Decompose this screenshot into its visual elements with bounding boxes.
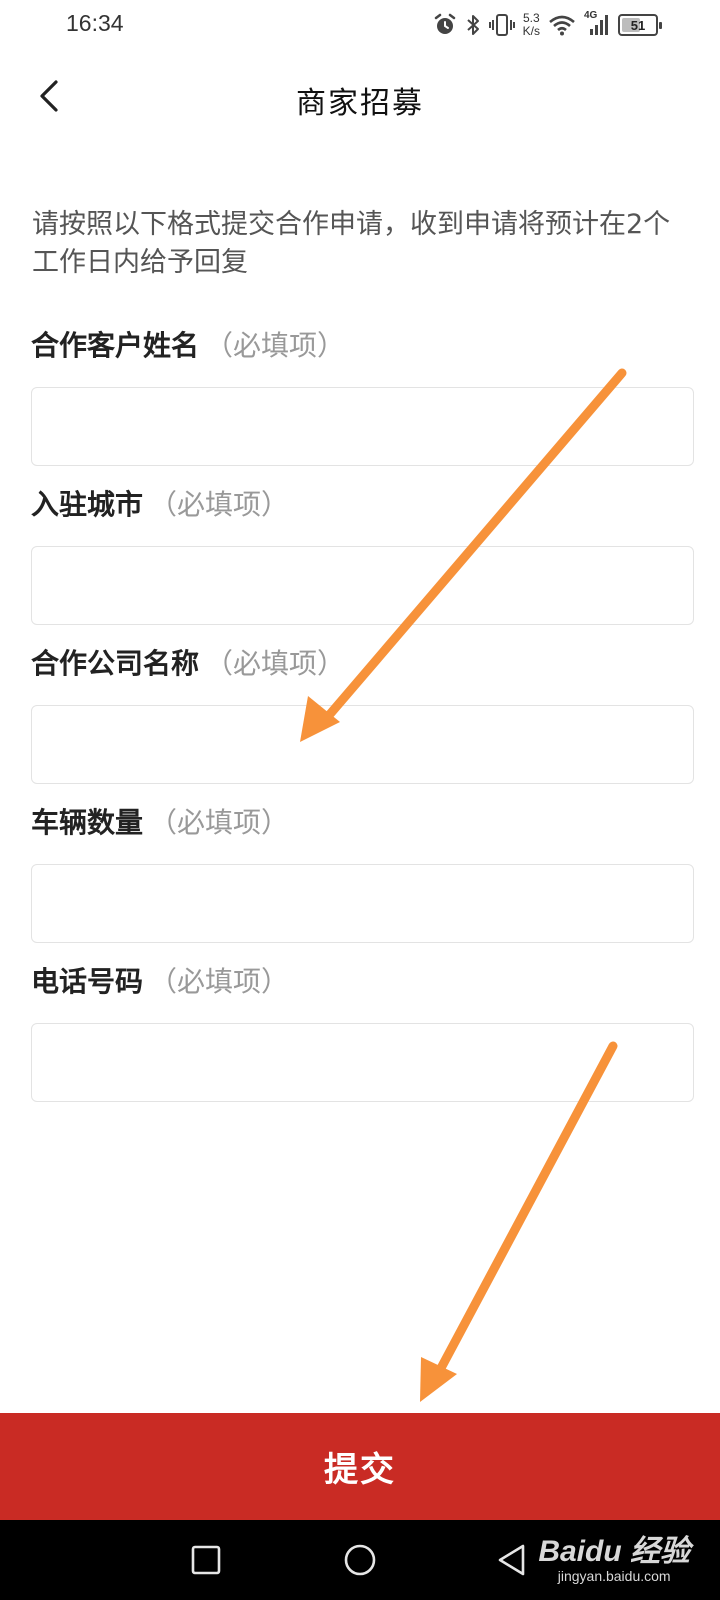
cellular-signal-icon: 4G [584,10,610,36]
required-hint: （必填项） [149,806,290,839]
field-label-text: 入驻城市 [31,488,144,521]
home-icon [344,1544,376,1576]
watermark-url: jingyan.baidu.com [557,1568,671,1584]
field-label-text: 电话号码 [31,965,144,998]
submit-button[interactable]: 提交 [0,1413,720,1520]
field-label-text: 车辆数量 [31,806,144,839]
vehicle-count-input[interactable] [31,864,694,943]
required-hint: （必填项） [149,965,290,998]
application-form: 合作客户姓名 （必填项） 入驻城市 （必填项） 合作公司名称 （必填项） 车辆数量 （必… [31,326,694,1121]
form-field-city: 入驻城市 （必填项） [31,485,694,644]
field-label-text: 合作公司名称 [31,647,200,680]
phone-input[interactable] [31,1023,694,1102]
company-name-input[interactable] [31,705,694,784]
recent-apps-icon [191,1545,221,1575]
required-hint: （必填项） [205,329,346,362]
field-label-text: 合作客户姓名 [31,329,200,362]
status-icons: 5.3 K/s 4G 51 [433,8,662,42]
required-hint: （必填项） [149,488,290,521]
intro-text: 请按照以下格式提交合作申请，收到申请将预计在2个工作日内给予回复 [32,209,671,278]
recent-apps-button[interactable] [184,1538,228,1582]
back-triangle-icon [498,1544,525,1576]
navigation-bar: Baidu 经验 jingyan.baidu.com [0,1520,720,1600]
battery-level: 51 [630,17,646,33]
status-time: 16:34 [66,10,124,36]
form-field-company-name: 合作公司名称 （必填项） [31,644,694,803]
customer-name-input[interactable] [31,387,694,466]
vibrate-icon [488,13,515,37]
net-speed: 5.3 K/s [523,12,540,38]
alarm-icon [433,13,457,37]
field-label: 合作公司名称 （必填项） [31,644,345,684]
net-speed-unit: K/s [522,24,540,38]
field-label: 合作客户姓名 （必填项） [31,326,345,366]
watermark-brand: Baidu 经验 [538,1535,690,1568]
field-label: 电话号码 （必填项） [31,962,289,1002]
wifi-icon [548,14,576,36]
nav-back-button[interactable] [490,1538,534,1582]
bluetooth-icon [465,13,481,37]
field-label: 入驻城市 （必填项） [31,485,289,525]
network-type: 4G [584,10,598,21]
required-hint: （必填项） [205,647,346,680]
battery-icon: 51 [618,14,662,36]
home-button[interactable] [338,1538,382,1582]
baidu-jingyan-watermark: Baidu 经验 jingyan.baidu.com [538,1535,690,1585]
page-title: 商家招募 [296,86,424,121]
city-input[interactable] [31,546,694,625]
header-bar: 商家招募 [0,56,720,136]
form-field-vehicle-count: 车辆数量 （必填项） [31,803,694,962]
form-field-customer-name: 合作客户姓名 （必填项） [31,326,694,485]
form-field-phone: 电话号码 （必填项） [31,962,694,1121]
field-label: 车辆数量 （必填项） [31,803,289,843]
status-bar: 16:34 5.3 K/s 4G 51 [0,0,720,50]
